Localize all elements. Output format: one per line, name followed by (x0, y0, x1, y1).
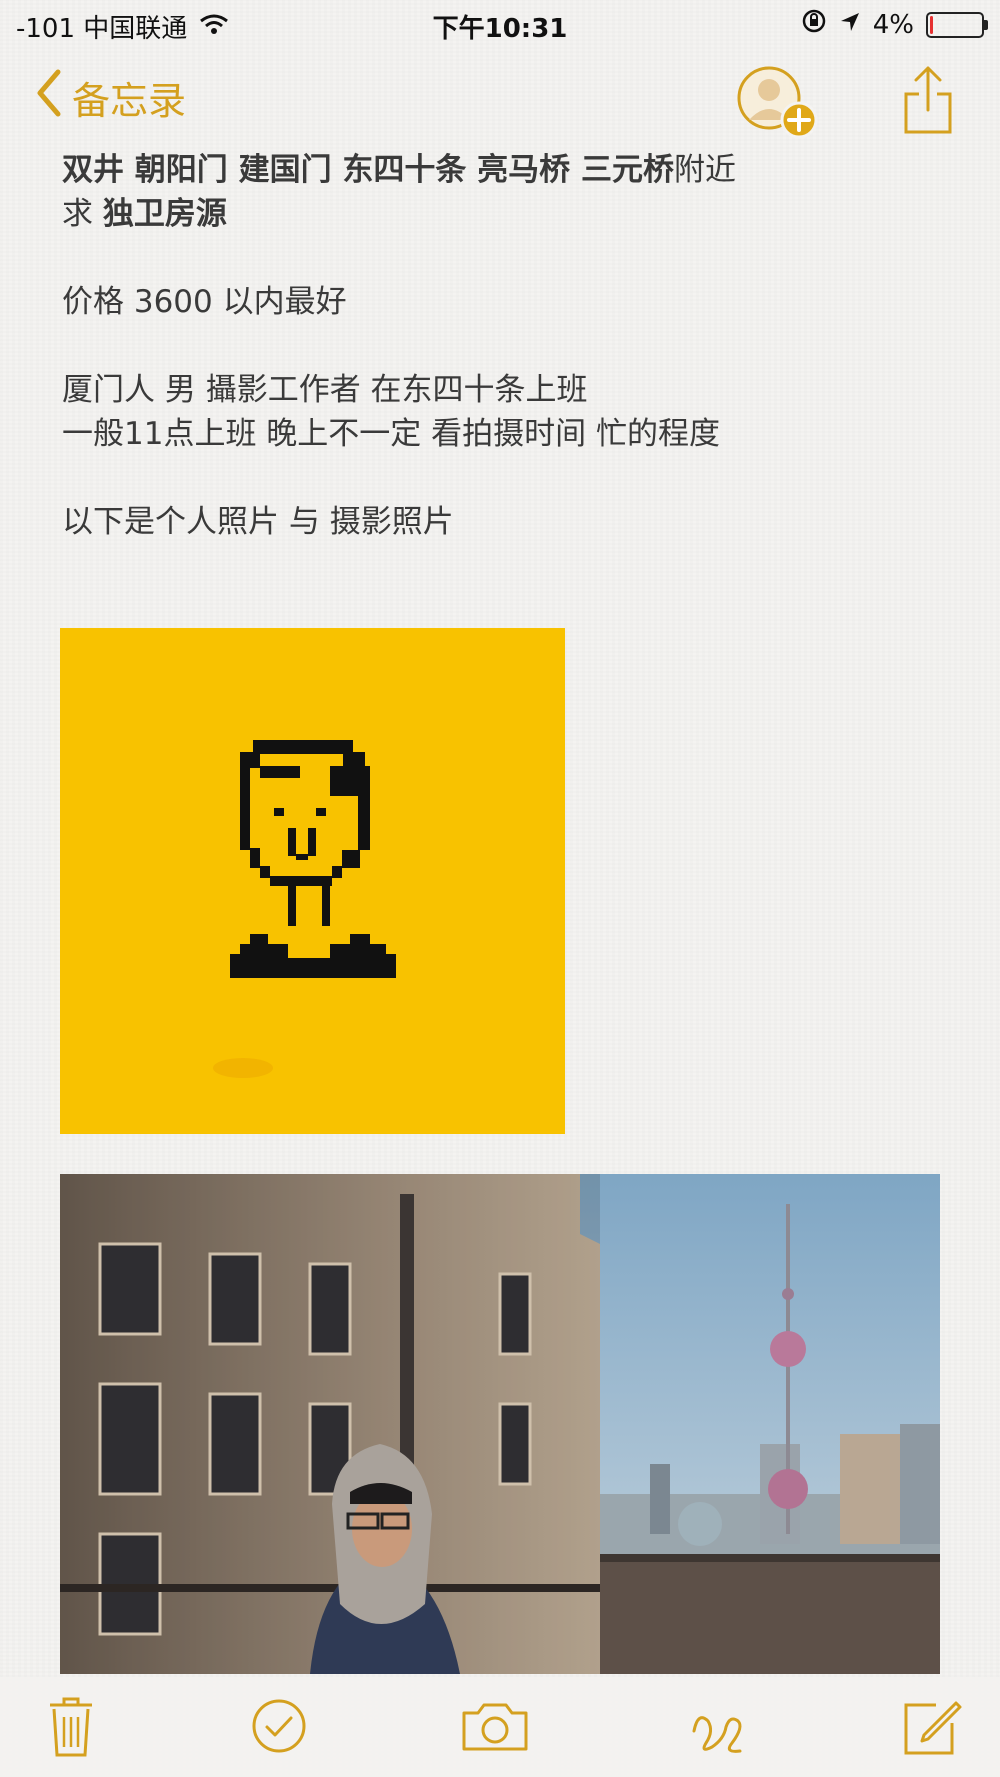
note-line-request: 求 独卫房源 (62, 192, 942, 236)
request-bold: 独卫房源 (102, 196, 227, 232)
chevron-left-icon (34, 68, 64, 127)
share-button[interactable] (902, 64, 954, 136)
camera-icon (462, 1703, 528, 1751)
status-bar: -101 中国联通 下午10:31 4% (0, 0, 1000, 50)
compose-button[interactable] (896, 1691, 966, 1761)
navigation-bar: 备忘录 (0, 56, 1000, 146)
battery-fill (930, 15, 933, 34)
price-value: 3600 (133, 284, 213, 320)
sketch-button[interactable] (684, 1691, 754, 1761)
checklist-icon (252, 1699, 306, 1753)
add-contact-icon (737, 66, 818, 139)
note-line-photos-heading: 以下是个人照片 与 摄影照片 (62, 504, 454, 540)
note-line-intro-1: 厦门人 男 攝影工作者 在东四十条上班 (62, 372, 588, 408)
compose-icon (904, 1701, 962, 1755)
back-button-label: 备忘录 (72, 79, 187, 123)
request-prefix: 求 (62, 196, 103, 232)
camera-button[interactable] (460, 1691, 530, 1761)
street-photo-image[interactable] (60, 1174, 940, 1674)
trash-icon (50, 1697, 92, 1757)
note-body[interactable]: 双井 朝阳门 建国门 东四十条 亮马桥 三元桥附近 求 独卫房源 价格 3600… (62, 148, 942, 544)
location-arrow-icon (839, 10, 861, 40)
locations-text: 双井 朝阳门 建国门 东四十条 亮马桥 三元桥 (62, 152, 674, 188)
rotation-lock-icon (801, 8, 827, 41)
battery-percent: 4% (872, 9, 914, 40)
add-people-button[interactable] (735, 64, 819, 140)
price-suffix: 以内最好 (212, 284, 347, 320)
bottom-toolbar (0, 1677, 1000, 1777)
note-line-locations: 双井 朝阳门 建国门 东四十条 亮马桥 三元桥附近 (62, 148, 942, 192)
pixel-avatar-image[interactable] (60, 628, 565, 1134)
nearby-text: 附近 (673, 152, 736, 188)
share-icon (904, 66, 952, 134)
back-button[interactable]: 备忘录 (34, 68, 186, 127)
battery-icon (926, 11, 988, 38)
photo-illustration (60, 1174, 940, 1674)
delete-button[interactable] (36, 1691, 106, 1761)
pixel-portrait-illustration (213, 740, 396, 1078)
sketch-icon (692, 1716, 742, 1753)
note-line-price: 价格 3600 以内最好 (62, 280, 942, 324)
price-prefix: 价格 (62, 284, 134, 320)
checklist-button[interactable] (244, 1691, 314, 1761)
note-line-intro-2: 一般11点上班 晚上不一定 看拍摄时间 忙的程度 (62, 416, 721, 452)
